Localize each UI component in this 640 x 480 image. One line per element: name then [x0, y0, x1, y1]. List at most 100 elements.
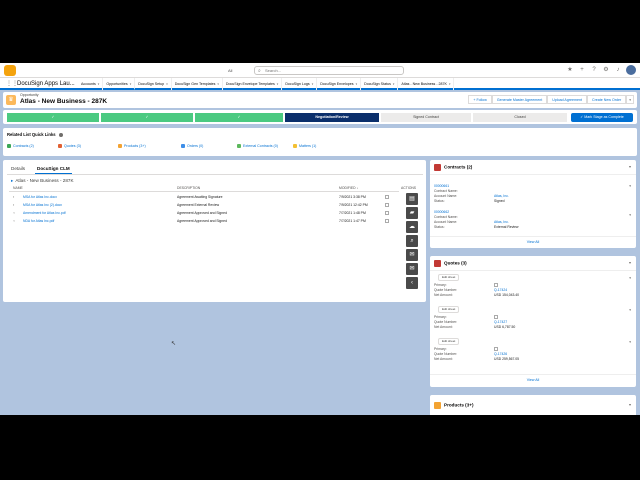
col-modified[interactable]: MODIFIED ↓: [339, 186, 358, 190]
document-name-link[interactable]: MSA for Atlas Inc.docx: [23, 193, 57, 201]
quote-row-chevron-down-icon[interactable]: ▾: [629, 308, 631, 312]
contract-account-link[interactable]: Atlas, Inc.: [494, 220, 509, 224]
products-menu-chevron-down-icon[interactable]: ▾: [629, 402, 631, 407]
add-icon[interactable]: +: [578, 66, 586, 74]
table-row[interactable]: ⌁ NDA for Atlas Inc.pdf Agreement Approved…: [9, 217, 399, 225]
quotes-header[interactable]: Quotes (3): [434, 260, 467, 267]
row-checkbox[interactable]: [385, 195, 389, 199]
chevron-down-icon[interactable]: ▾: [277, 82, 279, 86]
chevron-down-icon[interactable]: ▾: [356, 82, 358, 86]
favorites-icon[interactable]: ★: [566, 66, 574, 74]
path-stage[interactable]: Signed Contract: [381, 113, 471, 122]
tab-divider: [7, 174, 423, 175]
path-stage[interactable]: ✓: [7, 113, 99, 122]
nav-tab[interactable]: DocuSign Setup ▾: [135, 78, 172, 90]
new-document-icon[interactable]: ▤: [406, 193, 418, 205]
quote-number-link[interactable]: Q-17427: [494, 320, 507, 324]
row-checkbox[interactable]: [385, 203, 389, 207]
generate-master-agreement-button[interactable]: Generate Master Agreement: [491, 95, 548, 104]
new-folder-icon[interactable]: ▰: [406, 207, 418, 219]
send-envelope-icon[interactable]: ✉: [406, 263, 418, 275]
path-stage[interactable]: Negotiation/Review: [285, 113, 379, 122]
contract-number[interactable]: 00000662: [434, 210, 449, 214]
help-icon[interactable]: ?: [590, 66, 598, 74]
nav-tab[interactable]: DocuSign Logs ▾: [282, 78, 318, 90]
edit-quote-button[interactable]: Edit sheet: [438, 306, 460, 313]
contract-account-link[interactable]: Atlas, Inc.: [494, 194, 509, 198]
table-row[interactable]: ▪ MSA for Atlas Inc (2).docx Agreement Ext…: [9, 201, 399, 209]
quote-row-chevron-down-icon[interactable]: ▾: [629, 340, 631, 344]
quick-link[interactable]: Products (3+): [118, 144, 146, 149]
follow-button[interactable]: + Follow: [468, 95, 492, 104]
quick-link[interactable]: Orders (0): [181, 144, 203, 149]
quote-number-link[interactable]: Q-17426: [494, 352, 507, 356]
chevron-down-icon[interactable]: ▾: [312, 82, 314, 86]
contract-row-chevron-down-icon[interactable]: ▾: [629, 184, 631, 188]
row-checkbox[interactable]: [385, 211, 389, 215]
path-stage[interactable]: Closed: [473, 113, 567, 122]
quick-link[interactable]: Quotes (3): [58, 144, 81, 149]
contracts-menu-chevron-down-icon[interactable]: ▾: [629, 164, 631, 169]
chevron-down-icon[interactable]: ▾: [217, 82, 219, 86]
table-row[interactable]: ⌁ Amendment for Atlas Inc.pdf Agreement Ap…: [9, 209, 399, 217]
nav-tab[interactable]: Atlas - New Business - 287K ▾: [398, 78, 455, 90]
user-avatar[interactable]: [626, 65, 636, 75]
quote-row-chevron-down-icon[interactable]: ▾: [629, 276, 631, 280]
contract-status: External Review: [494, 225, 519, 229]
document-name-link[interactable]: NDA for Atlas Inc.pdf: [23, 217, 54, 225]
quotes-view-all-link[interactable]: View All: [430, 378, 636, 382]
search-scope[interactable]: All: [228, 66, 248, 75]
contracts-header[interactable]: Contracts (2): [434, 164, 472, 171]
app-launcher-icon[interactable]: ⋮⋮: [6, 80, 18, 88]
quick-link[interactable]: Contracts (2): [7, 144, 34, 149]
nav-tab[interactable]: DocuSign Gen Templates ▾: [172, 78, 223, 90]
col-name[interactable]: NAME: [13, 186, 23, 190]
document-name-link[interactable]: MSA for Atlas Inc (2).docx: [23, 201, 62, 209]
document-name-link[interactable]: Amendment for Atlas Inc.pdf: [23, 209, 66, 217]
path-stage[interactable]: ✓: [195, 113, 283, 122]
edit-quote-button[interactable]: Edit sheet: [438, 274, 460, 281]
nav-tab[interactable]: DocuSign Envelopes ▾: [317, 78, 362, 90]
contract-number[interactable]: 00000661: [434, 184, 449, 188]
row-checkbox[interactable]: [385, 219, 389, 223]
quotes-menu-chevron-down-icon[interactable]: ▾: [629, 260, 631, 265]
contracts-view-all-link[interactable]: View All: [430, 240, 636, 244]
quick-link[interactable]: Matters (1): [293, 144, 316, 149]
info-icon[interactable]: [58, 132, 63, 137]
chevron-down-icon[interactable]: ▾: [449, 82, 451, 86]
contract-row-chevron-down-icon[interactable]: ▾: [629, 213, 631, 217]
quick-link[interactable]: External Contracts (0): [237, 144, 278, 149]
notification-bell-icon[interactable]: ♪: [614, 66, 622, 74]
collapse-arrow-icon[interactable]: ‹: [406, 277, 418, 289]
upload-agreement-button[interactable]: Upload Agreement: [547, 95, 588, 104]
chevron-down-icon[interactable]: ▾: [166, 82, 168, 86]
edit-quote-button[interactable]: Edit sheet: [438, 338, 460, 345]
create-new-order-button[interactable]: Create New Order: [587, 95, 627, 104]
clm-folder-path[interactable]: ▸ Atlas - New Business - 287K: [11, 178, 74, 184]
global-search-input[interactable]: ⌕ Search...: [254, 66, 404, 75]
table-row[interactable]: ▪ MSA for Atlas Inc.docx Agreement Awaitin…: [9, 193, 399, 201]
nav-tab-label: DocuSign Envelopes: [320, 82, 354, 86]
chevron-down-icon[interactable]: ▾: [98, 82, 100, 86]
related-quick-links: Related List Quick Links Contracts (2) Qu…: [3, 128, 637, 156]
search-documents-icon[interactable]: ⌕: [406, 235, 418, 247]
quote-number-link[interactable]: Q-17424: [494, 288, 507, 292]
more-actions-chevron-down-icon[interactable]: ▾: [626, 95, 634, 104]
setup-gear-icon[interactable]: ⚙: [602, 66, 610, 74]
net-amount-value: USD 259,567.05: [494, 357, 520, 361]
nav-tab[interactable]: DocuSign Envelope Templates ▾: [223, 78, 283, 90]
related-list-icon: [181, 144, 185, 149]
nav-tab[interactable]: Opportunities ▾: [103, 78, 136, 90]
envelope-icon[interactable]: ✉: [406, 249, 418, 261]
chevron-down-icon[interactable]: ▾: [130, 82, 132, 86]
quote-number-label: Quote Number:: [434, 320, 458, 324]
path-stage[interactable]: ✓: [101, 113, 193, 122]
chevron-down-icon[interactable]: ▾: [393, 82, 395, 86]
col-description[interactable]: DESCRIPTION: [177, 186, 200, 190]
nav-tab[interactable]: DocuSign Status ▾: [361, 78, 399, 90]
products-header[interactable]: Products (3+): [434, 402, 473, 409]
app-navigation: ⋮⋮ DocuSign Apps Lau... Accounts ▾ Opportu…: [0, 78, 640, 90]
nav-tab[interactable]: Accounts ▾: [78, 78, 104, 90]
cloud-upload-icon[interactable]: ☁: [406, 221, 418, 233]
mark-stage-complete-button[interactable]: ✓ Mark Stage as Complete: [571, 113, 633, 122]
